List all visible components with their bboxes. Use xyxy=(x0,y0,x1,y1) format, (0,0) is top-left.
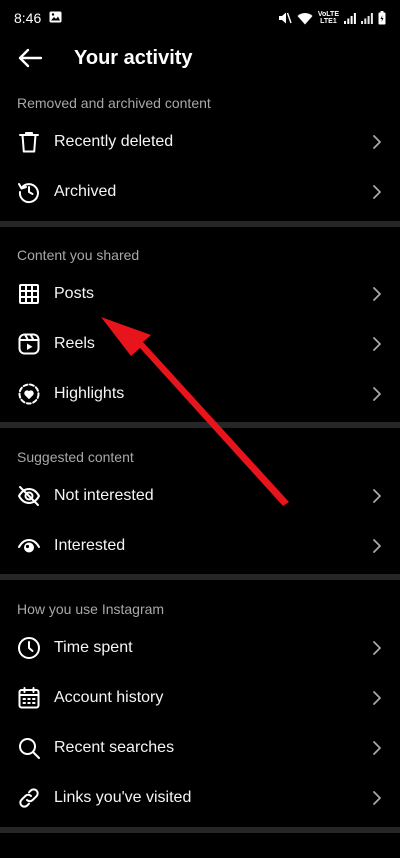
menu-item-recent-searches[interactable]: Recent searches xyxy=(0,723,400,773)
section-divider xyxy=(0,827,400,833)
menu-item-label: Links you've visited xyxy=(54,789,192,806)
grid-icon xyxy=(16,281,42,307)
status-time: 8:46 xyxy=(14,10,42,26)
clock-icon xyxy=(16,635,42,661)
volte-top-text: VoLTE xyxy=(317,11,339,18)
chevron-right-icon xyxy=(370,133,384,151)
volte-bottom-text: LTE1 xyxy=(320,18,337,25)
back-arrow-icon xyxy=(18,48,43,68)
menu-item-time-spent[interactable]: Time spent xyxy=(0,623,400,673)
menu-item-interested[interactable]: Interested xyxy=(0,521,400,571)
section-title-removed: Removed and archived content xyxy=(17,95,211,111)
status-bar: 8:46 VoLTE LTE1 xyxy=(0,0,400,36)
menu-item-label: Highlights xyxy=(54,385,125,402)
menu-item-label: Reels xyxy=(54,335,95,352)
reels-icon xyxy=(16,331,42,357)
menu-item-recently-deleted[interactable]: Recently deleted xyxy=(0,117,400,167)
menu-item-posts[interactable]: Posts xyxy=(0,269,400,319)
menu-item-archived[interactable]: Archived xyxy=(0,167,400,217)
menu-item-label: Time spent xyxy=(54,639,133,656)
eye-icon xyxy=(16,533,42,559)
menu-item-label: Account history xyxy=(54,689,164,706)
chevron-right-icon xyxy=(370,739,384,757)
chevron-right-icon xyxy=(370,183,384,201)
menu-item-label: Archived xyxy=(54,183,117,200)
eye-off-icon xyxy=(16,483,42,509)
header: Your activity xyxy=(0,36,400,80)
menu-item-not-interested[interactable]: Not interested xyxy=(0,471,400,521)
mute-icon xyxy=(278,11,292,25)
wifi-icon xyxy=(297,12,313,25)
section-title-usage: How you use Instagram xyxy=(17,601,165,617)
gallery-notification-icon xyxy=(49,10,62,26)
highlights-heart-icon xyxy=(16,381,42,407)
menu-item-label: Posts xyxy=(54,285,95,302)
menu-item-links-visited[interactable]: Links you've visited xyxy=(0,773,400,823)
menu-item-label: Recently deleted xyxy=(54,133,174,150)
menu-item-label: Interested xyxy=(54,537,126,554)
chevron-right-icon xyxy=(370,335,384,353)
signal-icon-2 xyxy=(361,12,373,24)
menu-item-highlights[interactable]: Highlights xyxy=(0,369,400,419)
search-icon xyxy=(16,735,42,761)
chevron-right-icon xyxy=(370,689,384,707)
chevron-right-icon xyxy=(370,537,384,555)
battery-icon xyxy=(378,11,386,25)
menu-item-label: Recent searches xyxy=(54,739,175,756)
back-button[interactable] xyxy=(16,44,44,72)
section-title-shared: Content you shared xyxy=(17,247,140,263)
trash-icon xyxy=(16,129,42,155)
signal-icon-1 xyxy=(344,12,356,24)
chevron-right-icon xyxy=(370,639,384,657)
menu-item-label: Not interested xyxy=(54,487,154,504)
chevron-right-icon xyxy=(370,487,384,505)
chevron-right-icon xyxy=(370,285,384,303)
chevron-right-icon xyxy=(370,789,384,807)
chevron-right-icon xyxy=(370,385,384,403)
history-icon xyxy=(16,179,42,205)
menu-item-reels[interactable]: Reels xyxy=(0,319,400,369)
page-title: Your activity xyxy=(74,46,193,69)
volte-indicator: VoLTE LTE1 xyxy=(318,11,339,25)
link-icon xyxy=(16,785,42,811)
calendar-icon xyxy=(16,685,42,711)
menu-item-account-history[interactable]: Account history xyxy=(0,673,400,723)
section-title-suggested: Suggested content xyxy=(17,449,134,465)
